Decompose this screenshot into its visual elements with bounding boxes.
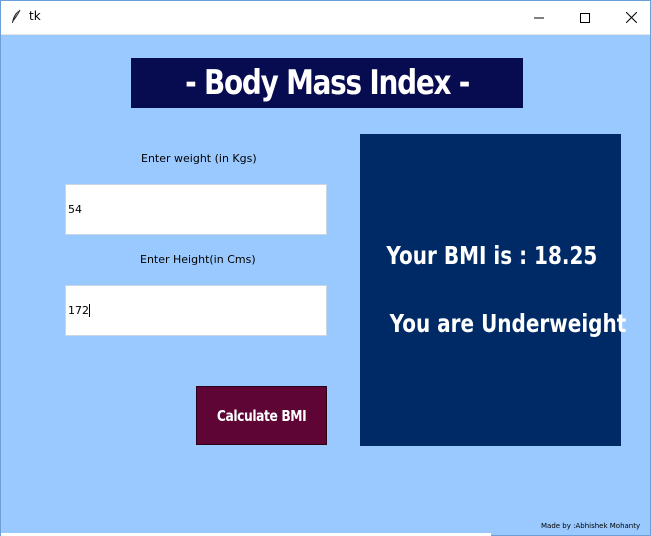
credit-text: Made by :Abhishek Mohanty [541,522,641,530]
weight-status-text: You are Underweight [389,309,627,338]
weight-status: You are Underweight [360,309,627,338]
title-bar[interactable]: tk [1,1,650,35]
height-label: Enter Height(in Cms) [140,253,256,266]
result-panel: Your BMI is : 18.25 You are Underweight [360,134,627,446]
close-icon [625,12,637,23]
bmi-result-text: Your BMI is : 18.25 [386,241,598,270]
calculate-bmi-button[interactable]: Calculate BMI [196,386,327,445]
calculate-bmi-label: Calculate BMI [216,406,307,425]
app-window: tk - Body Mass Index - Enter weight (in … [0,0,651,536]
feather-icon [10,9,22,25]
height-input[interactable]: 172 [65,285,327,336]
weight-label: Enter weight (in Kgs) [141,152,257,165]
close-button[interactable] [608,1,651,34]
height-input-value: 172 [68,304,89,317]
window-title: tk [29,9,41,23]
page-title-text: - Body Mass Index - [185,63,470,103]
text-caret [89,304,90,317]
weight-input-value: 54 [68,203,82,216]
weight-input[interactable]: 54 [65,184,327,235]
page-title: - Body Mass Index - [131,58,523,108]
minimize-icon [534,17,544,18]
maximize-icon [580,12,590,23]
maximize-button[interactable] [562,1,608,34]
minimize-button[interactable] [516,1,562,34]
bmi-result: Your BMI is : 18.25 [360,241,621,270]
